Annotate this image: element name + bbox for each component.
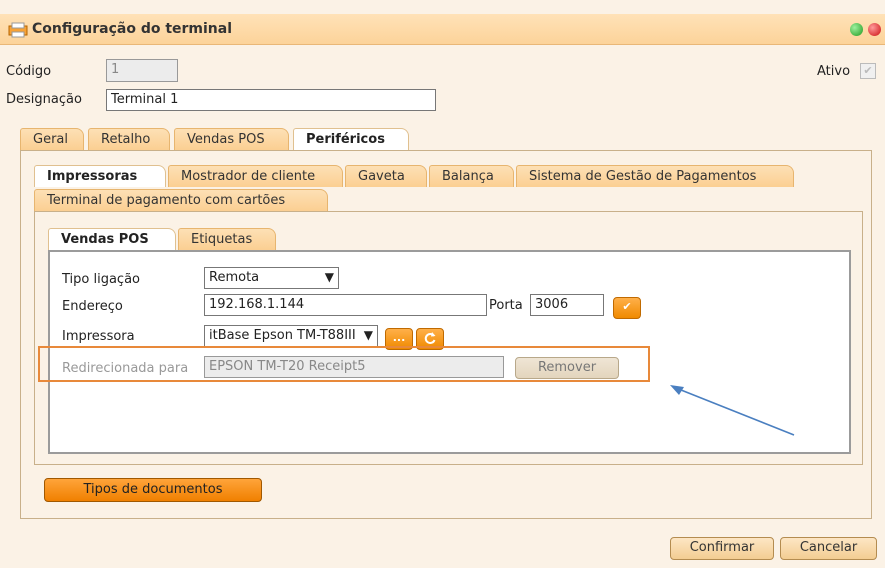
cancelar-button[interactable]: Cancelar [780,537,877,560]
tab-vendas-pos[interactable]: Vendas POS [174,128,289,150]
tipo-ligacao-value: Remota [209,270,260,285]
tipo-ligacao-label: Tipo ligação [62,272,140,287]
codigo-label: Código [6,64,52,79]
endereco-field[interactable]: 192.168.1.144 [204,294,487,316]
impressora-value: itBase Epson TM-T88III [209,328,356,343]
check-icon: ✔ [863,64,873,77]
tipo-ligacao-select[interactable]: Remota ▼ [204,267,339,289]
dropdown-arrow-icon: ▼ [361,328,373,342]
window-title: Configuração do terminal [32,21,233,37]
tab-balanca[interactable]: Balança [429,165,514,187]
highlight-box [38,346,650,382]
dropdown-arrow-icon: ▼ [324,270,334,284]
designacao-field[interactable]: Terminal 1 [106,89,436,111]
tab-mostrador-cliente[interactable]: Mostrador de cliente [168,165,343,187]
tab-retalho[interactable]: Retalho [88,128,170,150]
ellipsis-icon: ... [392,331,406,344]
endereco-label: Endereço [62,299,123,314]
refresh-icon [424,332,436,344]
confirm-check-button[interactable]: ✔ [613,297,641,319]
confirmar-button[interactable]: Confirmar [670,537,774,560]
impressora-select[interactable]: itBase Epson TM-T88III ▼ [204,325,378,347]
tab-perifericos[interactable]: Periféricos [293,128,409,150]
printer-config-icon [8,22,28,38]
porta-label: Porta [489,298,523,313]
ativo-label: Ativo [817,64,851,79]
porta-field[interactable]: 3006 [530,294,604,316]
codigo-field[interactable]: 1 [106,59,178,82]
annotation-arrow-icon [670,385,795,436]
tab-printer-etiquetas[interactable]: Etiquetas [178,228,276,250]
tab-geral[interactable]: Geral [20,128,84,150]
tab-gaveta[interactable]: Gaveta [345,165,427,187]
tab-terminal-pagamento-cartoes[interactable]: Terminal de pagamento com cartões [34,189,328,211]
ativo-checkbox[interactable]: ✔ [860,63,876,79]
tipos-documentos-button[interactable]: Tipos de documentos [44,478,262,502]
title-bar[interactable]: Configuração do terminal [0,14,885,45]
close-icon[interactable] [868,23,881,36]
check-icon: ✔ [622,300,632,313]
dialog-window: Configuração do terminal Código 1 Ativo … [0,0,885,568]
designacao-label: Designação [6,92,82,107]
tab-sistema-gestao-pagamentos[interactable]: Sistema de Gestão de Pagamentos [516,165,794,187]
tab-printer-vendas-pos[interactable]: Vendas POS [48,228,176,250]
impressora-label: Impressora [62,329,135,344]
tab-impressoras[interactable]: Impressoras [34,165,166,187]
maximize-icon[interactable] [850,23,863,36]
